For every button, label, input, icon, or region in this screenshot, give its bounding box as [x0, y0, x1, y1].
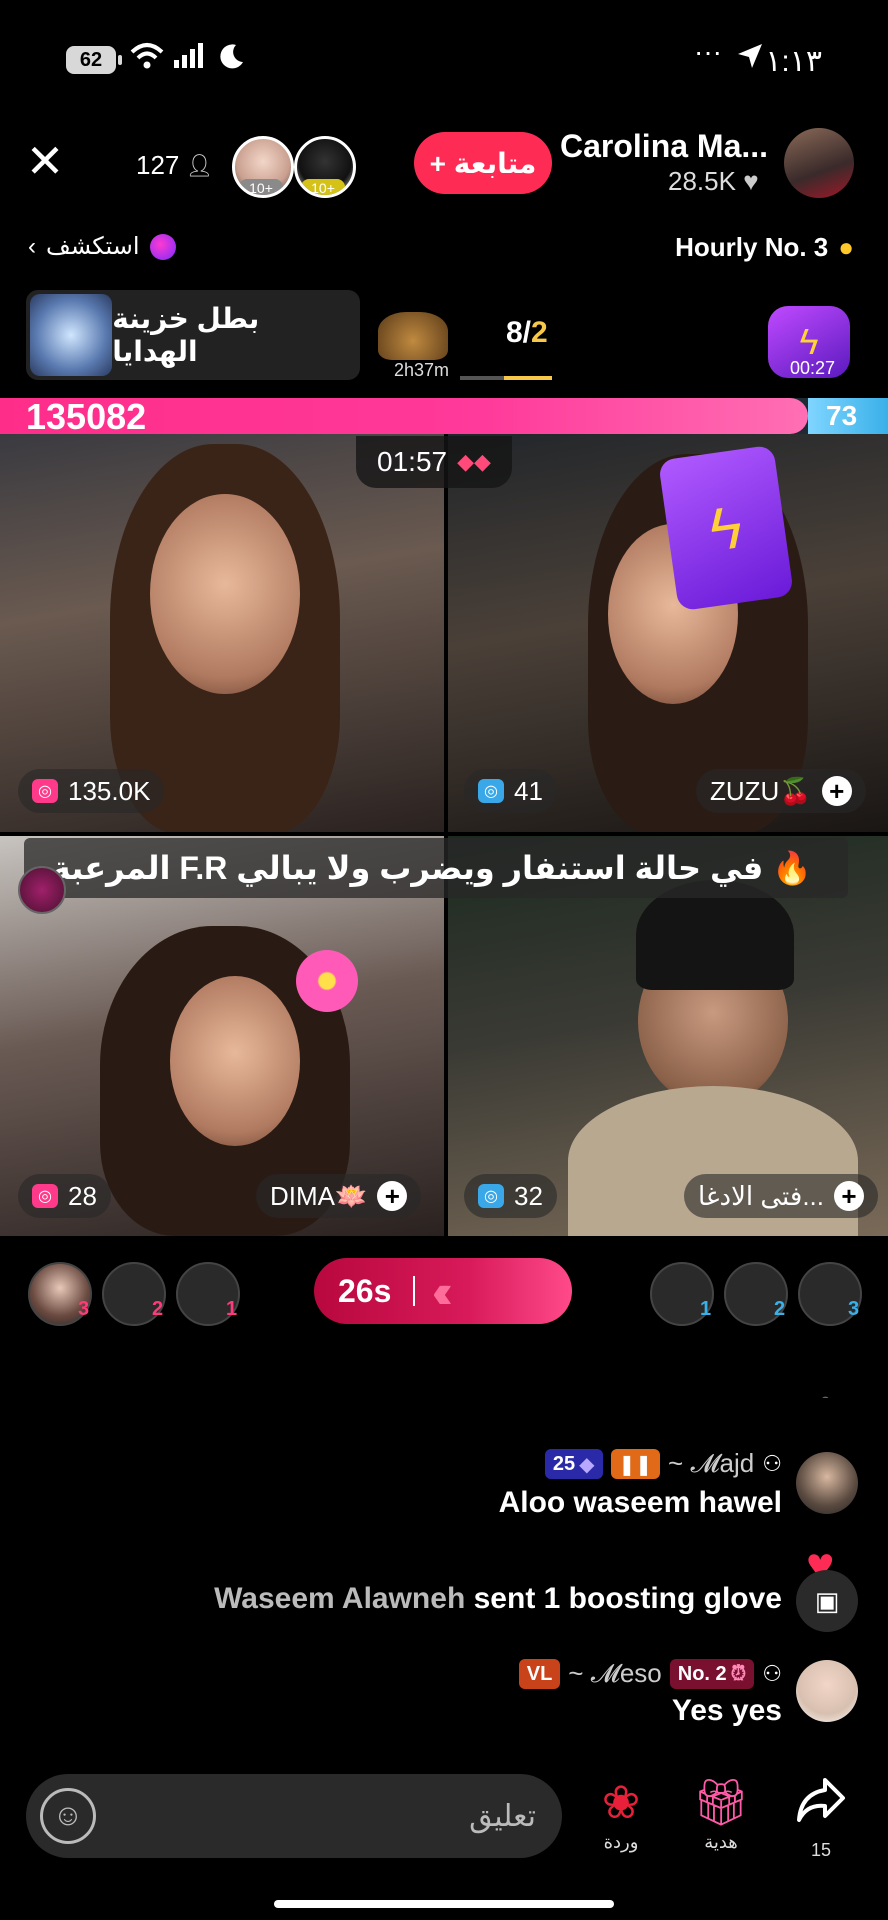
chat-avatar[interactable]	[796, 1660, 858, 1722]
banner-avatar	[18, 866, 66, 914]
round-counter: 8/2	[506, 316, 548, 349]
plus-icon[interactable]: +	[821, 776, 852, 806]
score-icon: ◎	[32, 1184, 58, 1208]
wifi-icon	[130, 42, 164, 77]
chat-message-header: 25 ◆ ❚❚ ~ 𝓜ajd ⚇	[544, 1448, 782, 1480]
host-name[interactable]: Carolina Ma...	[560, 128, 768, 165]
tile-1-score: ◎ 135.0K	[18, 769, 165, 813]
rank-number: 1	[226, 1298, 238, 1320]
gift-icon: 🎁︎	[691, 1776, 751, 1828]
chat-message-text: Yes yes	[671, 1694, 782, 1727]
tile-3-follow[interactable]: DIMA🪷 +	[256, 1174, 422, 1218]
rose-icon: ❀	[601, 1776, 641, 1828]
explore-link[interactable]: ‹ استكشف	[28, 232, 176, 261]
group-user-icon: ⚇	[762, 1661, 782, 1686]
rose-button[interactable]: ❀ وردة	[586, 1774, 656, 1853]
location-arrow-icon	[736, 42, 764, 77]
explore-orb-icon	[149, 233, 176, 260]
tile-2-score: ◎ 41	[464, 769, 557, 813]
hourly-rank[interactable]: Hourly No. 3 ●	[675, 232, 854, 263]
rank-badge: No. 2 ⏰︎	[669, 1659, 755, 1689]
alarm-icon: ⏰︎	[730, 1662, 747, 1685]
viewer-count[interactable]: 127 👤︎	[136, 150, 213, 181]
lion-gift-icon[interactable]	[378, 312, 448, 360]
rank-number: 3	[78, 1298, 90, 1320]
battle-timer: 01:57 ◆◆	[356, 436, 512, 488]
pk-timer: 00:27	[790, 358, 836, 378]
rank-number: 2	[774, 1298, 786, 1320]
clock: ١:١٣	[765, 45, 822, 78]
top-viewer-avatar[interactable]: 10+	[294, 136, 356, 198]
top-viewer-avatar[interactable]: 10+	[232, 136, 294, 198]
score-icon: ◎	[478, 1184, 504, 1208]
level-badge: 25 ◆	[544, 1449, 603, 1479]
chat-message-header: VL ~ 𝓜eso No. 2 ⏰︎ ⚇	[518, 1658, 782, 1690]
follow-button[interactable]: + متابعة	[414, 132, 552, 194]
gift-button[interactable]: 🎁︎ هدية	[686, 1774, 756, 1853]
score-icon: ◎	[478, 779, 504, 803]
battery-indicator: 62	[66, 46, 122, 74]
gift-treasury-champion[interactable]: بطل خزينة الهدايا	[26, 290, 360, 380]
battle-countdown: 26s‹‹‹	[314, 1258, 572, 1324]
rank-number: 3	[848, 1298, 860, 1320]
status-bar: 62 ··· ١:١٣	[0, 36, 888, 80]
chat-message-text: Aloo waseem hawel	[498, 1486, 782, 1519]
host-likes: 28.5K ♥	[668, 166, 759, 196]
boxing-glove-icon: ◆◆	[457, 449, 491, 474]
chat-avatar[interactable]	[796, 1452, 858, 1514]
rank-number: 1	[700, 1298, 712, 1320]
round-progress	[460, 376, 552, 380]
plus-icon[interactable]: +	[377, 1181, 408, 1211]
close-button[interactable]: ✕	[24, 138, 66, 184]
gift-champion-image	[30, 294, 113, 376]
flower-icon	[296, 950, 358, 1012]
plus-icon[interactable]: +	[834, 1181, 864, 1211]
announcement-banner: المرعبة F.R في حالة استنفار ويضرب ولا يب…	[24, 838, 848, 898]
tile-4-score: ◎ 32	[464, 1174, 557, 1218]
share-icon	[786, 1774, 856, 1838]
lion-timer: 2h37m	[394, 360, 450, 380]
group-user-icon: ⚇	[762, 1451, 782, 1476]
emoji-icon[interactable]: ☺	[40, 1788, 96, 1844]
share-button[interactable]: 15	[786, 1774, 856, 1861]
chat-gift-message: Waseem Alawneh sent 1 boosting glove	[214, 1582, 782, 1615]
faded-chat-line: ... ي	[795, 1388, 830, 1398]
diamond-icon: ◆	[579, 1453, 595, 1476]
score-icon: ◎	[32, 779, 58, 803]
chevron-left-icon: ‹	[28, 232, 36, 260]
flame-icon: ●	[838, 232, 854, 262]
dots-icon: ···	[694, 36, 722, 67]
moon-icon	[216, 42, 246, 79]
boosting-glove-card-icon: ϟ	[657, 444, 795, 612]
tile-3-score: ◎ 28	[18, 1174, 111, 1218]
host-avatar[interactable]	[784, 128, 854, 198]
person-icon: 👤︎	[185, 152, 214, 178]
blue-team-score: 73	[826, 400, 858, 431]
gift-card-icon: ▣	[796, 1570, 858, 1632]
rank-number: 2	[152, 1298, 164, 1320]
signal-icon	[172, 42, 206, 77]
home-indicator	[274, 1900, 614, 1908]
comment-input[interactable]: ☺ تعليق	[26, 1774, 562, 1858]
fan-badge-icon: ❚❚	[610, 1449, 661, 1479]
red-team-score: 135082	[26, 396, 147, 437]
tile-4-follow[interactable]: فتى الادغا... +	[684, 1174, 878, 1218]
heart-icon: ♥	[743, 166, 759, 196]
vip-badge-icon: VL	[518, 1659, 561, 1689]
tile-2-follow[interactable]: ZUZU🍒 +	[696, 769, 866, 813]
